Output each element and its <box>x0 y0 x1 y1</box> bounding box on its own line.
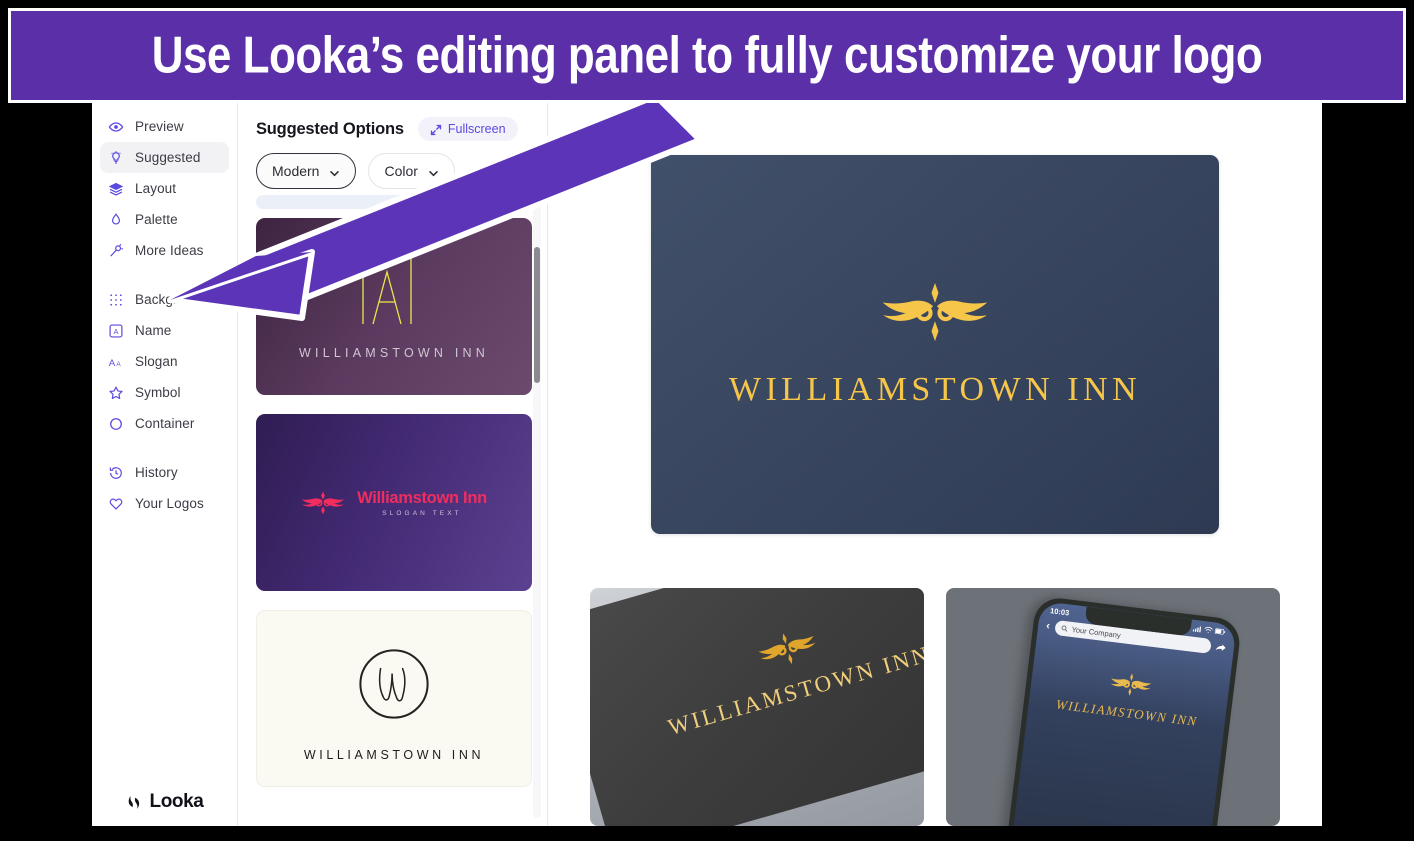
phone-screen: 10:03 ‹ Your Company WILLIAMSTOWN INN <box>1008 601 1238 826</box>
thumbnail-logo-name: WILLIAMSTOWN INN <box>303 747 485 762</box>
filter-row: Modern Color <box>238 141 547 199</box>
sidebar-item-label: Name <box>135 323 172 338</box>
sidebar-item-name[interactable]: A Name <box>100 315 229 346</box>
color-filter-label: Color <box>384 163 418 179</box>
chevron-down-icon <box>428 166 439 177</box>
sidebar-item-preview[interactable]: Preview <box>100 111 229 142</box>
sidebar-item-label: History <box>135 465 178 480</box>
sidebar-item-label: Suggested <box>135 150 201 165</box>
winged-ornament-icon <box>1106 670 1155 699</box>
sidebar-item-label: Layout <box>135 181 177 196</box>
heart-icon <box>108 496 124 512</box>
scrollbar-thumb[interactable] <box>534 247 540 383</box>
phone-logo-lockup: WILLIAMSTOWN INN <box>1028 661 1230 734</box>
phone-body: 10:03 ‹ Your Company WILLIAMSTOWN INN <box>1003 595 1243 826</box>
sidebar-item-more-ideas[interactable]: More Ideas <box>100 235 229 266</box>
chevron-left-icon[interactable]: ‹ <box>1046 620 1051 632</box>
sidebar-item-label: Background <box>135 292 209 307</box>
thumbnail-list: WILLIAMSTOWN INN Williamstown Inn SLOGAN… <box>238 195 547 787</box>
magic-wand-icon <box>108 243 124 259</box>
sidebar-item-palette[interactable]: Palette <box>100 204 229 235</box>
share-arrow-icon[interactable] <box>1216 643 1227 653</box>
style-filter-dropdown[interactable]: Modern <box>256 153 357 189</box>
editor-sidebar: Preview Suggested Layout Palette More Id… <box>92 103 238 826</box>
sidebar-item-symbol[interactable]: Symbol <box>100 377 229 408</box>
page-root: Preview Suggested Layout Palette More Id… <box>0 0 1414 841</box>
sidebar-item-history[interactable]: History <box>100 457 229 488</box>
wifi-icon <box>1205 626 1214 633</box>
sidebar-item-label: Your Logos <box>135 496 204 511</box>
looka-editor-screenshot: Preview Suggested Layout Palette More Id… <box>92 103 1322 826</box>
sidebar-item-background[interactable]: Background <box>100 284 229 315</box>
logo-thumbnail[interactable]: Williamstown Inn SLOGAN TEXT <box>256 414 532 591</box>
svg-text:A: A <box>114 327 119 336</box>
eye-icon <box>108 119 124 135</box>
color-filter-dropdown[interactable]: Color <box>368 153 455 189</box>
logo-preview-stage: WILLIAMSTOWN INN WILLIAMSTOWN INN 10:03 … <box>548 103 1322 826</box>
logo-thumbnail-partial[interactable] <box>256 195 532 209</box>
thumbnail-logo-slogan: SLOGAN TEXT <box>382 509 462 517</box>
options-scrollbar[interactable] <box>533 201 541 818</box>
sidebar-item-suggested[interactable]: Suggested <box>100 142 229 173</box>
phone-mockup[interactable]: 10:03 ‹ Your Company WILLIAMSTOWN INN <box>946 588 1280 826</box>
thumbnail-lockup: Williamstown Inn SLOGAN TEXT <box>301 489 487 517</box>
thumbnail-scroll-area[interactable]: WILLIAMSTOWN INN Williamstown Inn SLOGAN… <box>238 195 547 826</box>
logo-thumbnail[interactable]: WILLIAMSTOWN INN <box>256 218 532 395</box>
layers-icon <box>108 181 124 197</box>
svg-text:A: A <box>109 358 116 369</box>
circle-w-monogram-icon <box>346 636 442 732</box>
sidebar-item-label: More Ideas <box>135 243 204 258</box>
cellular-icon <box>1193 626 1202 633</box>
panel-title: Suggested Options <box>256 119 404 138</box>
sidebar-item-label: Symbol <box>135 385 181 400</box>
looka-wordmark: Looka <box>149 791 204 812</box>
sidebar-item-label: Slogan <box>135 354 178 369</box>
sidebar-item-slogan[interactable]: A A Slogan <box>100 346 229 377</box>
banner-text: Use Looka’s editing panel to fully custo… <box>151 26 1263 84</box>
circle-icon <box>108 416 124 432</box>
main-logo-name: WILLIAMSTOWN INN <box>728 370 1142 408</box>
chevron-down-icon <box>329 166 340 177</box>
search-value: Your Company <box>1071 624 1122 640</box>
fullscreen-button[interactable]: Fullscreen <box>417 117 518 141</box>
suggested-options-panel: Suggested Options Fullscreen Modern Colo… <box>238 103 548 826</box>
looka-mark-icon <box>126 794 143 811</box>
sidebar-item-label: Preview <box>135 119 184 134</box>
phone-logo-name: WILLIAMSTOWN INN <box>1055 696 1199 729</box>
logo-thumbnail[interactable]: WILLIAMSTOWN INN <box>256 610 532 787</box>
sidebar-item-label: Palette <box>135 212 178 227</box>
letter-a-box-icon: A <box>108 323 124 339</box>
dotted-square-icon <box>108 292 124 308</box>
aa-text-icon: A A <box>108 354 124 370</box>
bulb-icon <box>108 150 124 166</box>
sidebar-item-layout[interactable]: Layout <box>100 173 229 204</box>
sidebar-item-container[interactable]: Container <box>100 408 229 439</box>
search-icon <box>1061 625 1068 632</box>
business-card-mockup[interactable]: WILLIAMSTOWN INN <box>590 588 924 826</box>
thumbnail-logo-name: WILLIAMSTOWN INN <box>299 345 489 360</box>
fullscreen-label: Fullscreen <box>447 122 506 136</box>
battery-icon <box>1215 628 1226 635</box>
droplet-icon <box>108 212 124 228</box>
expand-icon <box>430 123 442 136</box>
star-icon <box>108 385 124 401</box>
wa-monogram-icon <box>349 254 439 330</box>
mockup-row: WILLIAMSTOWN INN 10:03 ‹ Your Company WI… <box>590 588 1280 826</box>
sidebar-divider-1 <box>92 266 237 284</box>
looka-brand-footer: Looka <box>92 791 237 813</box>
sidebar-divider-2 <box>92 439 237 457</box>
svg-text:A: A <box>116 361 121 368</box>
sidebar-item-label: Container <box>135 416 195 431</box>
options-header: Suggested Options Fullscreen <box>238 103 547 141</box>
style-filter-label: Modern <box>272 163 320 179</box>
history-icon <box>108 465 124 481</box>
thumbnail-texts: Williamstown Inn SLOGAN TEXT <box>357 489 487 517</box>
thumbnail-logo-name: Williamstown Inn <box>357 488 487 507</box>
winged-ornament-icon <box>301 490 345 516</box>
sidebar-item-your-logos[interactable]: Your Logos <box>100 488 229 519</box>
winged-ornament-icon <box>876 281 994 343</box>
banner: Use Looka’s editing panel to fully custo… <box>8 8 1406 103</box>
main-logo-preview[interactable]: WILLIAMSTOWN INN <box>651 155 1219 534</box>
